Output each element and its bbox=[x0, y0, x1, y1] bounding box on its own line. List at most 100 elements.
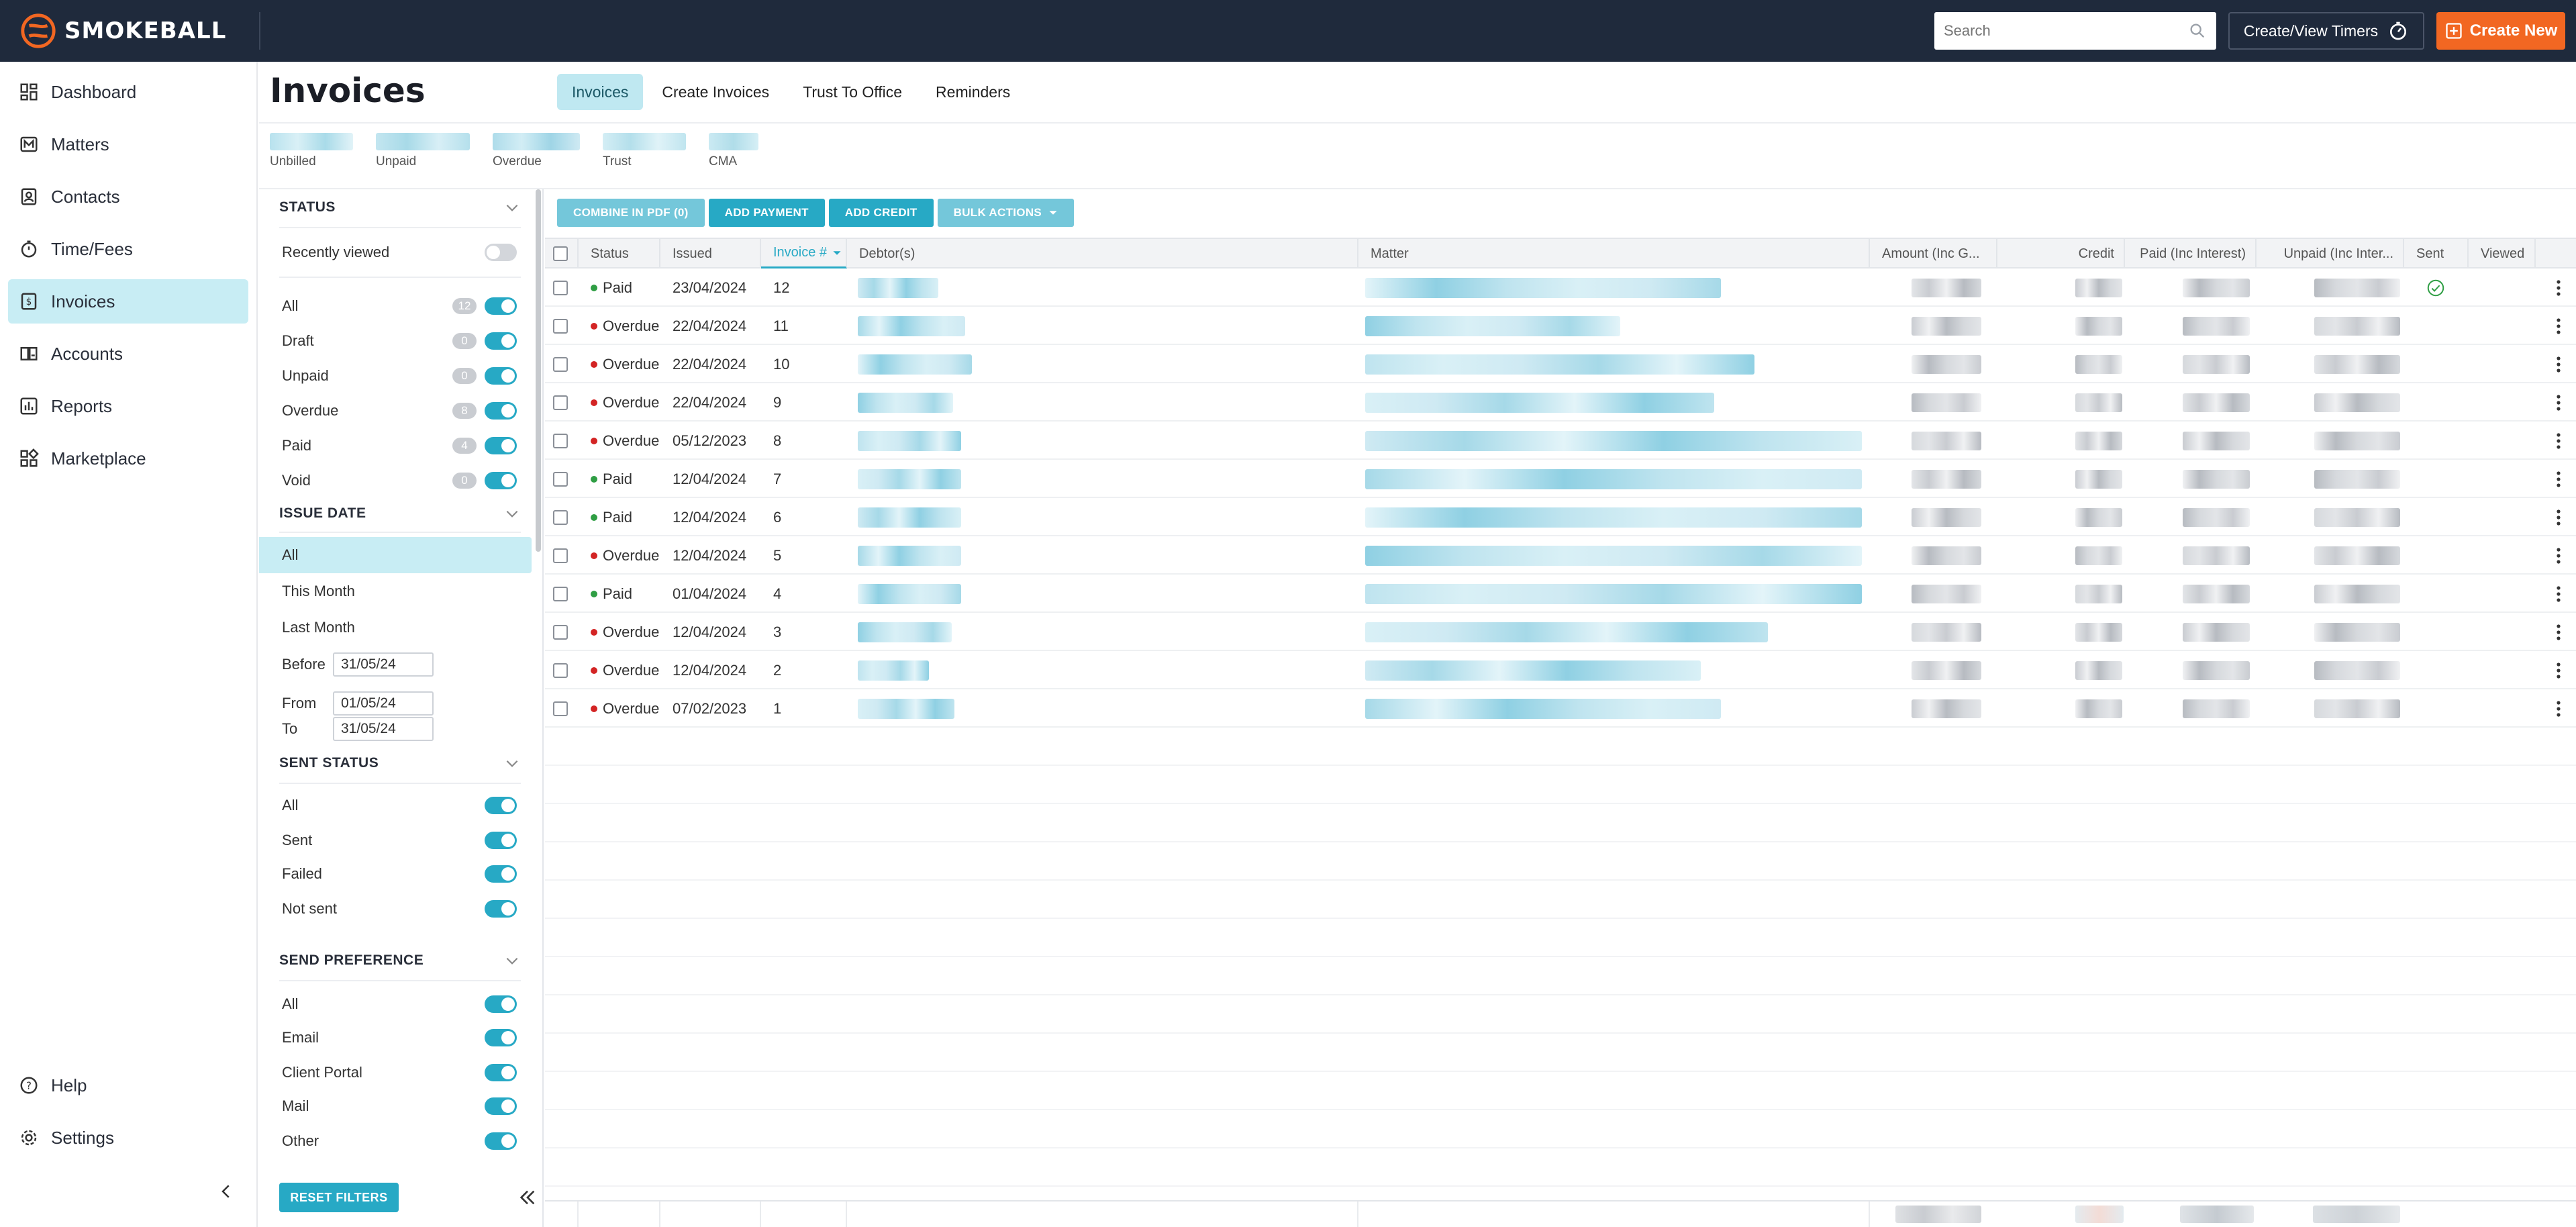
filter-sent-all[interactable]: All bbox=[282, 793, 517, 818]
row-checkbox[interactable] bbox=[553, 662, 568, 678]
recently-viewed-toggle[interactable] bbox=[485, 244, 517, 261]
to-date-input[interactable]: 31/05/24 bbox=[333, 717, 434, 741]
matter-cell[interactable] bbox=[1365, 422, 1862, 460]
table-row[interactable]: Overdue 22/04/2024 11 bbox=[545, 307, 2576, 345]
status-void-toggle[interactable] bbox=[485, 472, 517, 489]
pref-email-toggle[interactable] bbox=[485, 1029, 517, 1046]
kebab-menu-icon[interactable] bbox=[2556, 700, 2561, 718]
smokeball-logo[interactable]: SMOKEBALL bbox=[19, 11, 226, 51]
matter-cell[interactable] bbox=[1365, 536, 1862, 575]
summary-cma[interactable]: CMA bbox=[709, 133, 758, 169]
sent-sent-toggle[interactable] bbox=[485, 832, 517, 849]
debtor-cell[interactable] bbox=[858, 460, 961, 498]
debtor-cell[interactable] bbox=[858, 268, 938, 307]
col-paid[interactable]: Paid (Inc Interest) bbox=[2125, 239, 2257, 268]
debtor-cell[interactable] bbox=[858, 575, 961, 613]
issue-date-section-header[interactable]: ISSUE DATE bbox=[279, 505, 521, 522]
matter-cell[interactable] bbox=[1365, 460, 1862, 498]
matter-cell[interactable] bbox=[1365, 498, 1862, 536]
table-row[interactable]: Paid 12/04/2024 7 bbox=[545, 460, 2576, 498]
sent-not-sent-toggle[interactable] bbox=[485, 900, 517, 918]
filter-status-unpaid[interactable]: Unpaid 0 bbox=[282, 364, 517, 388]
debtor-cell[interactable] bbox=[858, 345, 972, 383]
sidebar-item-matters[interactable]: Matters bbox=[8, 122, 248, 166]
reset-filters-button[interactable]: RESET FILTERS bbox=[279, 1183, 399, 1212]
summary-trust[interactable]: Trust bbox=[603, 133, 686, 169]
table-row[interactable]: Overdue 12/04/2024 5 bbox=[545, 536, 2576, 575]
sidebar-item-contacts[interactable]: Contacts bbox=[8, 175, 248, 219]
row-checkbox[interactable] bbox=[553, 624, 568, 640]
kebab-menu-icon[interactable] bbox=[2556, 624, 2561, 641]
debtor-cell[interactable] bbox=[858, 536, 961, 575]
invoice-number[interactable]: 4 bbox=[773, 575, 781, 613]
matter-cell[interactable] bbox=[1365, 689, 1721, 728]
filter-pref-email[interactable]: Email bbox=[282, 1026, 517, 1050]
kebab-menu-icon[interactable] bbox=[2556, 432, 2561, 450]
invoice-number[interactable]: 10 bbox=[773, 345, 789, 383]
sidebar-item-invoices[interactable]: $ Invoices bbox=[8, 279, 248, 324]
debtor-cell[interactable] bbox=[858, 613, 952, 651]
col-matter[interactable]: Matter bbox=[1358, 239, 1870, 268]
matter-cell[interactable] bbox=[1365, 651, 1701, 689]
combine-pdf-button[interactable]: COMBINE IN PDF (0) bbox=[557, 199, 705, 227]
invoice-number[interactable]: 7 bbox=[773, 460, 781, 498]
issue-date-all[interactable]: All bbox=[259, 537, 532, 573]
filter-scrollbar[interactable] bbox=[536, 189, 541, 552]
row-checkbox[interactable] bbox=[553, 318, 568, 334]
issue-date-last-month[interactable]: Last Month bbox=[259, 609, 532, 646]
matter-cell[interactable] bbox=[1365, 268, 1721, 307]
debtor-cell[interactable] bbox=[858, 689, 954, 728]
search-input[interactable] bbox=[1934, 12, 2188, 50]
filter-status-overdue[interactable]: Overdue 8 bbox=[282, 399, 517, 423]
pref-all-toggle[interactable] bbox=[485, 995, 517, 1013]
add-credit-button[interactable]: ADD CREDIT bbox=[828, 199, 934, 227]
col-amount[interactable]: Amount (Inc G... bbox=[1870, 239, 1997, 268]
sidebar-item-help[interactable]: ? Help bbox=[8, 1063, 248, 1108]
tab-trust-to-office[interactable]: Trust To Office bbox=[788, 74, 917, 110]
search-box[interactable] bbox=[1934, 12, 2216, 50]
table-row[interactable]: Overdue 12/04/2024 2 bbox=[545, 651, 2576, 689]
invoice-number[interactable]: 9 bbox=[773, 383, 781, 422]
matter-cell[interactable] bbox=[1365, 307, 1620, 345]
row-checkbox[interactable] bbox=[553, 701, 568, 716]
table-row[interactable]: Overdue 12/04/2024 3 bbox=[545, 613, 2576, 651]
row-checkbox[interactable] bbox=[553, 433, 568, 448]
filter-pref-mail[interactable]: Mail bbox=[282, 1094, 517, 1118]
double-chevron-left-icon[interactable] bbox=[517, 1187, 538, 1208]
kebab-menu-icon[interactable] bbox=[2556, 662, 2561, 679]
status-section-header[interactable]: STATUS bbox=[279, 199, 521, 216]
before-date-input[interactable]: 31/05/24 bbox=[333, 652, 434, 677]
debtor-cell[interactable] bbox=[858, 307, 965, 345]
filter-sent-sent[interactable]: Sent bbox=[282, 828, 517, 852]
matter-cell[interactable] bbox=[1365, 613, 1768, 651]
status-overdue-toggle[interactable] bbox=[485, 402, 517, 420]
sidebar-item-reports[interactable]: Reports bbox=[8, 384, 248, 428]
filter-status-all[interactable]: All 12 bbox=[282, 294, 517, 318]
status-all-toggle[interactable] bbox=[485, 297, 517, 315]
invoice-number[interactable]: 1 bbox=[773, 689, 781, 728]
invoice-number[interactable]: 5 bbox=[773, 536, 781, 575]
debtor-cell[interactable] bbox=[858, 498, 961, 536]
filter-pref-other[interactable]: Other bbox=[282, 1129, 517, 1153]
table-row[interactable]: Overdue 22/04/2024 10 bbox=[545, 345, 2576, 383]
table-row[interactable]: Paid 01/04/2024 4 bbox=[545, 575, 2576, 613]
sidebar-item-time-fees[interactable]: Time/Fees bbox=[8, 227, 248, 271]
matter-cell[interactable] bbox=[1365, 575, 1862, 613]
matter-cell[interactable] bbox=[1365, 383, 1714, 422]
chevron-left-icon[interactable] bbox=[216, 1181, 236, 1201]
create-view-timers-button[interactable]: Create/View Timers bbox=[2228, 12, 2424, 50]
filter-sent-failed[interactable]: Failed bbox=[282, 862, 517, 886]
kebab-menu-icon[interactable] bbox=[2556, 547, 2561, 565]
send-preference-section-header[interactable]: SEND PREFERENCE bbox=[279, 952, 521, 969]
col-credit[interactable]: Credit bbox=[1997, 239, 2125, 268]
tab-invoices[interactable]: Invoices bbox=[557, 74, 644, 110]
table-row[interactable]: Overdue 22/04/2024 9 bbox=[545, 383, 2576, 422]
kebab-menu-icon[interactable] bbox=[2556, 317, 2561, 335]
row-checkbox[interactable] bbox=[553, 356, 568, 372]
invoice-number[interactable]: 12 bbox=[773, 268, 789, 307]
filter-status-draft[interactable]: Draft 0 bbox=[282, 329, 517, 353]
summary-unbilled[interactable]: Unbilled bbox=[270, 133, 353, 169]
kebab-menu-icon[interactable] bbox=[2556, 356, 2561, 373]
filter-pref-client-portal[interactable]: Client Portal bbox=[282, 1061, 517, 1085]
select-all-checkbox[interactable] bbox=[553, 246, 568, 261]
